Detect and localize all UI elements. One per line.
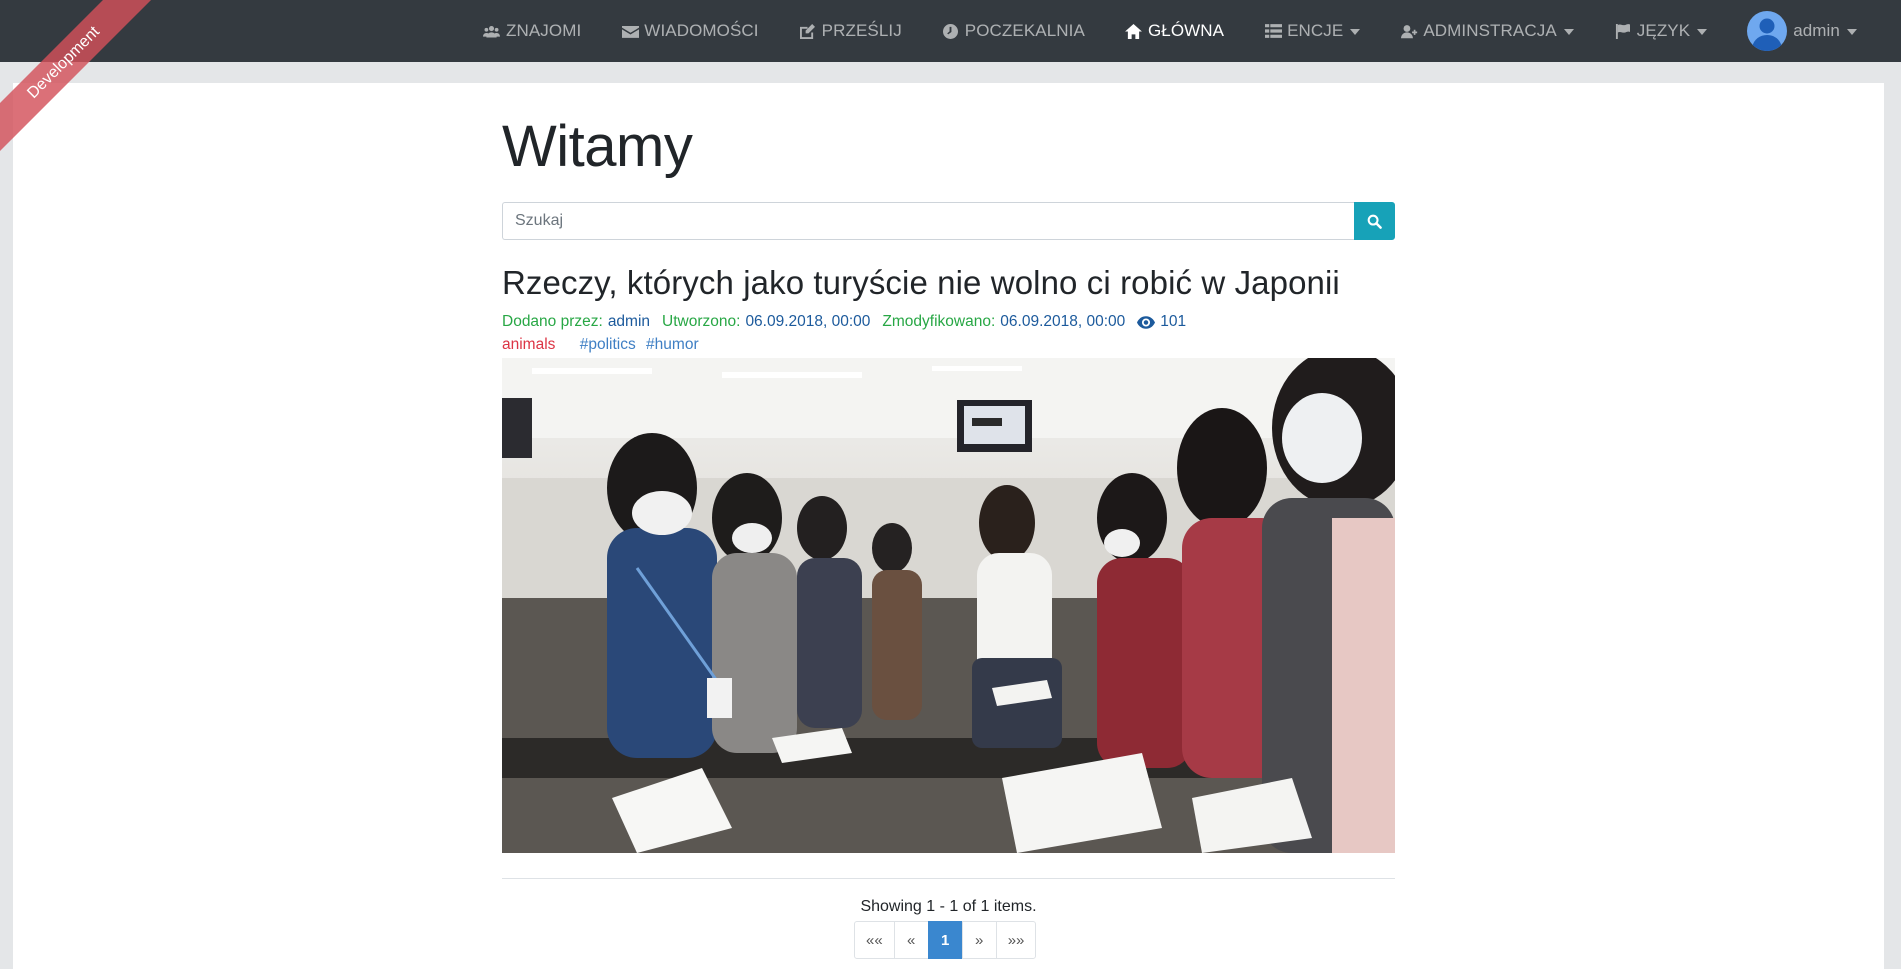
- nav-home[interactable]: GŁÓWNA: [1105, 0, 1244, 62]
- author-link[interactable]: admin: [608, 313, 650, 331]
- eye-icon: [1137, 315, 1156, 329]
- nav-menu: ZNAJOMI WIADOMOŚCI PRZEŚLIJ POCZEKALNIA …: [463, 0, 1877, 62]
- nav-entities-dropdown[interactable]: ENCJE: [1244, 0, 1380, 62]
- modified-date: 06.09.2018, 00:00: [1000, 313, 1126, 330]
- nav-home-label: GŁÓWNA: [1147, 21, 1225, 40]
- pagination: «« « 1 » »»: [854, 921, 1037, 959]
- user-plus-icon: [1400, 23, 1418, 39]
- search-icon: [1367, 214, 1382, 229]
- nav-messages[interactable]: WIADOMOŚCI: [601, 0, 778, 62]
- pagination-summary: Showing 1 - 1 of 1 items.: [860, 898, 1037, 915]
- nav-waiting-room-label: POCZEKALNIA: [964, 21, 1085, 40]
- nav-user-dropdown[interactable]: admin: [1727, 0, 1877, 62]
- nav-user-label: admin: [1793, 21, 1840, 40]
- search-button[interactable]: [1354, 202, 1395, 240]
- nav-administration-dropdown[interactable]: ADMINSTRACJA: [1380, 0, 1593, 62]
- edit-icon: [799, 23, 817, 39]
- chevron-down-icon: [1563, 29, 1574, 35]
- flag-icon: [1614, 23, 1632, 39]
- views-count: 101: [1137, 313, 1186, 331]
- category-link[interactable]: animals: [502, 336, 555, 353]
- nav-messages-label: WIADOMOŚCI: [644, 21, 759, 40]
- pagination-next-button[interactable]: »: [961, 921, 997, 959]
- article-image[interactable]: [502, 358, 1395, 853]
- pagination-prev-button[interactable]: «: [893, 921, 929, 959]
- pagination-page-button[interactable]: 1: [927, 921, 963, 959]
- users-icon: [483, 23, 501, 39]
- nav-language-label: JĘZYK: [1636, 21, 1691, 40]
- clock-icon: [942, 23, 960, 39]
- avatar: [1747, 11, 1788, 51]
- nav-upload[interactable]: PRZEŚLIJ: [779, 0, 922, 62]
- search-bar: [502, 202, 1395, 240]
- created-label: Utworzono:: [662, 313, 741, 330]
- modified-label: Zmodyfikowano:: [882, 313, 996, 330]
- article-tags: animals #politics #humor: [502, 336, 705, 354]
- page-title: Witamy: [502, 114, 693, 179]
- table-list-icon: [1264, 23, 1282, 39]
- nav-upload-label: PRZEŚLIJ: [821, 21, 902, 40]
- chevron-down-icon: [1847, 29, 1857, 35]
- envelope-icon: [621, 23, 639, 39]
- article-title[interactable]: Rzeczy, których jako turyście nie wolno …: [502, 264, 1395, 302]
- search-input[interactable]: [502, 202, 1354, 240]
- views-value: 101: [1160, 313, 1187, 330]
- tag-link[interactable]: #politics: [580, 336, 636, 353]
- article-meta: Dodano przez: admin Utworzono: 06.09.201…: [502, 313, 1186, 331]
- main-page: Witamy Rzeczy, których jako turyście nie…: [13, 83, 1884, 969]
- pagination-last-button[interactable]: »»: [995, 921, 1037, 959]
- nav-administration-label: ADMINSTRACJA: [1423, 21, 1557, 40]
- created-date: 06.09.2018, 00:00: [745, 313, 871, 330]
- photo-illustration: [502, 358, 1395, 853]
- divider: [502, 878, 1395, 879]
- nav-waiting-room[interactable]: POCZEKALNIA: [922, 0, 1105, 62]
- home-icon: [1125, 23, 1143, 39]
- chevron-down-icon: [1350, 29, 1361, 35]
- added-by-label: Dodano przez:: [502, 313, 603, 330]
- nav-entities-label: ENCJE: [1287, 21, 1344, 40]
- chevron-down-icon: [1697, 29, 1708, 35]
- tag-link[interactable]: #humor: [646, 336, 699, 353]
- nav-language-dropdown[interactable]: JĘZYK: [1594, 0, 1727, 62]
- nav-friends-label: ZNAJOMI: [505, 21, 582, 40]
- nav-friends[interactable]: ZNAJOMI: [463, 0, 601, 62]
- pagination-first-button[interactable]: ««: [854, 921, 895, 959]
- top-navbar: ZNAJOMI WIADOMOŚCI PRZEŚLIJ POCZEKALNIA …: [0, 0, 1901, 62]
